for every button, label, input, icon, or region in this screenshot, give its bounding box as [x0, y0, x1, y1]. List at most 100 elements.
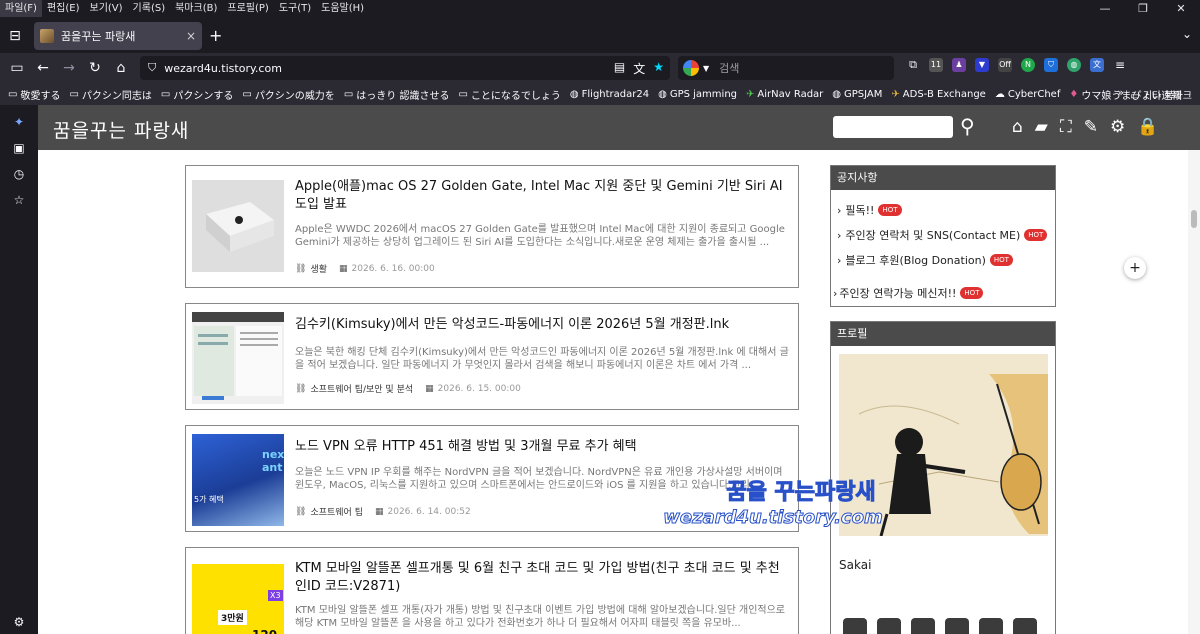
notice-item[interactable]: › 블로그 후원(Blog Donation) HOT: [837, 252, 1013, 268]
minimize-icon[interactable]: —: [1086, 0, 1124, 17]
post-thumbnail[interactable]: 3만원 X3 120: [192, 564, 284, 634]
page-scrollbar[interactable]: [1188, 150, 1200, 634]
other-bookmarks[interactable]: ▭ 기타 북마크: [1130, 87, 1192, 102]
extensions-puzzle-icon[interactable]: ⧉: [906, 58, 920, 72]
menu-file[interactable]: 파일(F): [0, 0, 42, 17]
new-tab-button[interactable]: +: [209, 27, 222, 45]
bookmark-link[interactable]: ☁ CyberChef: [995, 89, 1061, 100]
scrollbar-thumb[interactable]: [1191, 210, 1197, 228]
history-clock-icon[interactable]: ◷: [11, 166, 27, 182]
search-placeholder[interactable]: 검색: [719, 60, 739, 76]
home-icon[interactable]: ⌂: [108, 55, 134, 81]
write-pen-icon[interactable]: ✎: [1084, 119, 1098, 136]
instagram-icon[interactable]: [911, 618, 935, 634]
youtube-icon[interactable]: [945, 618, 969, 634]
notice-item[interactable]: › 필독!! HOT: [837, 202, 902, 218]
menu-history[interactable]: 기록(S): [128, 0, 171, 17]
bookmark-star-icon[interactable]: ★: [653, 60, 664, 77]
chevron-down-icon[interactable]: ▼: [703, 64, 709, 73]
post-title[interactable]: 노드 VPN 오류 HTTP 451 해결 방법 및 3개월 무료 추가 혜택: [295, 438, 791, 456]
tab-list-chevron-icon[interactable]: ⌄: [1182, 27, 1192, 41]
tab-active[interactable]: 꿈을꾸는 파랑새 ×: [34, 22, 202, 50]
post-category[interactable]: 생활: [310, 262, 327, 275]
ublock-icon[interactable]: 11: [929, 58, 943, 72]
bookmarks-overflow-icon[interactable]: »: [1117, 86, 1124, 99]
menu-help[interactable]: 도움말(H): [316, 0, 369, 17]
bookmark-link[interactable]: ◍ GPSJAM: [832, 89, 882, 100]
folder-open-icon[interactable]: ▰: [1035, 119, 1048, 136]
bookmark-link[interactable]: ◍ GPS jamming: [658, 89, 737, 100]
facebook-icon[interactable]: [877, 618, 901, 634]
bookmark-folder[interactable]: ▭ パクシン同志は: [69, 87, 151, 102]
restore-icon[interactable]: ❐: [1124, 0, 1162, 17]
reader-view-icon[interactable]: ▤: [614, 60, 625, 77]
globe-extension-icon[interactable]: ◍: [1067, 58, 1081, 72]
n-extension-icon[interactable]: N: [1021, 58, 1035, 72]
kakao-icon[interactable]: [979, 618, 1003, 634]
settings-gear-icon[interactable]: ⚙: [1110, 119, 1125, 136]
menu-view[interactable]: 보기(V): [85, 0, 128, 17]
post-category[interactable]: 소프트웨어 팁: [310, 505, 363, 518]
notice-label[interactable]: 블로그 후원(Blog Donation): [845, 252, 985, 268]
menu-edit[interactable]: 편집(E): [42, 0, 85, 17]
mail-icon[interactable]: [1013, 618, 1037, 634]
sidebar-toggle-icon[interactable]: ▭: [4, 55, 30, 81]
bookmark-folder[interactable]: ▭ パクシンの威力を: [242, 87, 334, 102]
off-extension-icon[interactable]: Off: [998, 58, 1012, 72]
notice-label[interactable]: 주인장 연락처 및 SNS(Contact ME): [845, 227, 1020, 243]
settings-gear-icon[interactable]: ⚙: [11, 614, 27, 630]
post-thumbnail[interactable]: nex ant 5가 혜택: [192, 434, 284, 526]
synced-tabs-icon[interactable]: ▣: [11, 140, 27, 156]
tab-overview-icon[interactable]: ⊟: [6, 27, 24, 45]
notice-item[interactable]: › 주인장 연락처 및 SNS(Contact ME) HOT: [837, 227, 1048, 243]
search-bar[interactable]: ▼ 검색: [678, 56, 894, 80]
close-window-icon[interactable]: ✕: [1162, 0, 1200, 17]
bookmark-link[interactable]: ✈ ADS-B Exchange: [891, 89, 985, 100]
post-thumbnail[interactable]: [192, 312, 284, 404]
add-floating-button[interactable]: +: [1124, 257, 1146, 279]
bookmark-link[interactable]: ✈ AirNav Radar: [746, 89, 823, 100]
translate-icon[interactable]: 文: [633, 60, 645, 77]
shield-extension-icon[interactable]: ⛉: [1044, 58, 1058, 72]
url-text[interactable]: wezard4u.tistory.com: [164, 62, 282, 75]
post-card[interactable]: 3만원 X3 120 KTM 모바일 알뜰폰 셀프개통 및 6월 친구 초대 코…: [185, 547, 799, 634]
bookmark-folder[interactable]: ▭ はっきり 認識させる: [344, 87, 450, 102]
bookmark-folder[interactable]: ▭ ことになるでしょう: [458, 87, 560, 102]
figure-extension-icon[interactable]: ♟: [952, 58, 966, 72]
shield-icon[interactable]: ⛉: [148, 61, 156, 75]
menu-profile[interactable]: 프로필(P): [222, 0, 273, 17]
post-card[interactable]: Apple(애플)mac OS 27 Golden Gate, Intel Ma…: [185, 165, 799, 288]
menu-tools[interactable]: 도구(T): [274, 0, 316, 17]
site-title[interactable]: 꿈을꾸는 파랑새: [53, 116, 189, 143]
notice-label[interactable]: 필독!!: [845, 202, 874, 218]
menu-hamburger-icon[interactable]: ≡: [1113, 58, 1127, 72]
twitter-icon[interactable]: [843, 618, 867, 634]
notice-item[interactable]: › 주인장 연락가능 메신저!! HOT: [833, 285, 984, 301]
ai-sparkle-icon[interactable]: ✦: [11, 114, 27, 130]
post-title[interactable]: KTM 모바일 알뜰폰 셀프개통 및 6월 친구 초대 코드 및 가입 방법(친…: [295, 560, 791, 596]
post-category[interactable]: 소프트웨어 팁/보안 및 분석: [310, 382, 413, 395]
url-bar[interactable]: ⛉ wezard4u.tistory.com ▤ 文 ★: [140, 56, 670, 80]
bookmark-link[interactable]: ◍ Flightradar24: [570, 89, 649, 100]
home-icon[interactable]: ⌂: [1012, 119, 1023, 136]
post-thumbnail[interactable]: [192, 180, 284, 272]
bookmark-folder[interactable]: ▭ パクシンする: [161, 87, 233, 102]
guestbook-icon[interactable]: ⛶: [1060, 119, 1072, 136]
menu-bookmarks[interactable]: 북마크(B): [170, 0, 222, 17]
bookmark-folder[interactable]: ▭ 敬愛する: [8, 87, 60, 102]
arrow-down-extension-icon[interactable]: ▼: [975, 58, 989, 72]
post-card[interactable]: 김수키(Kimsuky)에서 만든 악성코드-파동에너지 이론 2026년 5월…: [185, 303, 799, 410]
notice-label[interactable]: 주인장 연락가능 메신저!!: [839, 285, 956, 301]
back-arrow-icon[interactable]: ←: [30, 55, 56, 81]
search-icon[interactable]: ⚲: [960, 114, 975, 138]
post-title[interactable]: 김수키(Kimsuky)에서 만든 악성코드-파동에너지 이론 2026년 5월…: [295, 316, 791, 334]
reload-icon[interactable]: ↻: [82, 55, 108, 81]
bookmarks-star-icon[interactable]: ☆: [11, 192, 27, 208]
post-title[interactable]: Apple(애플)mac OS 27 Golden Gate, Intel Ma…: [295, 178, 791, 214]
translate-extension-icon[interactable]: 文: [1090, 58, 1104, 72]
google-icon[interactable]: [683, 60, 699, 76]
forward-arrow-icon[interactable]: →: [56, 55, 82, 81]
site-search-input[interactable]: [833, 116, 953, 138]
lock-icon[interactable]: 🔒: [1137, 119, 1158, 136]
tab-close-icon[interactable]: ×: [186, 29, 196, 43]
